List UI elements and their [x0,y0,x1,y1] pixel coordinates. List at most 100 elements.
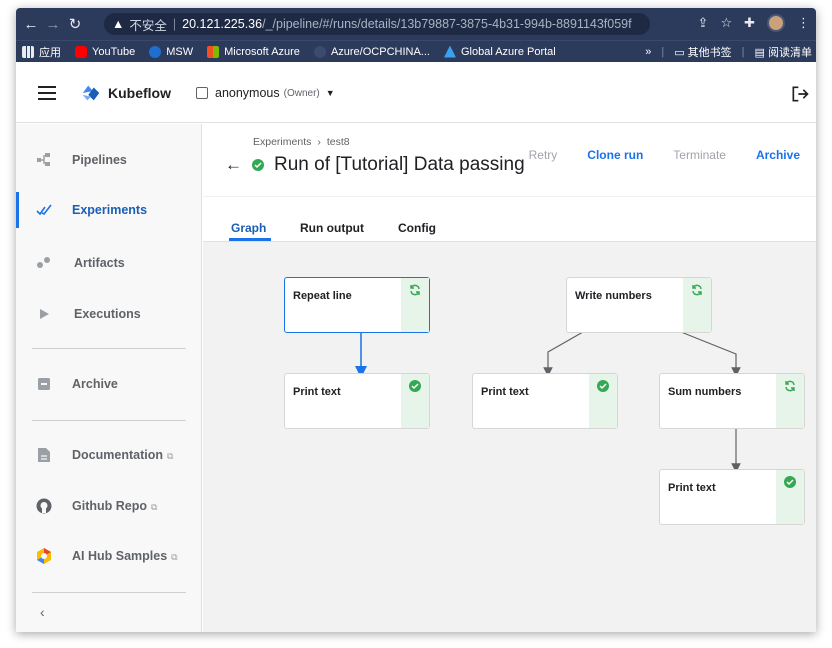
graph-node-repeat-line[interactable]: Repeat line [284,277,430,333]
run-actions: Retry Clone run Terminate Archive [529,148,816,162]
success-check-icon [784,476,796,488]
terminate-button[interactable]: Terminate [673,148,726,162]
retry-button[interactable]: Retry [529,148,558,162]
app-title[interactable]: Kubeflow [108,85,171,101]
node-label: Repeat line [293,290,352,302]
sidebar-item-pipelines[interactable]: Pipelines [16,136,202,184]
sidebar-item-label: Archive [72,377,118,391]
sidebar-item-documentation[interactable]: Documentation ⧉ [16,431,202,479]
graph-node-write-numbers[interactable]: Write numbers [566,277,712,333]
sidebar-item-ai-hub-samples[interactable]: AI Hub Samples ⧉ [16,532,202,580]
documentation-label: Documentation [72,448,163,462]
graph-node-print-text-2[interactable]: Print text [472,373,618,429]
external-link-icon: ⧉ [171,552,178,562]
reload-icon[interactable]: ↻ [64,13,86,35]
tab-config[interactable]: Config [398,221,436,235]
youtube-icon [75,45,87,58]
bookmark-label: MSW [166,45,194,58]
github-repo-label: Github Repo [72,499,147,513]
logout-icon[interactable] [790,84,810,104]
pipelines-icon [36,152,52,168]
breadcrumb-experiment[interactable]: test8 [327,136,350,148]
bookmarks-bar: 应用 YouTube MSW Microsoft Azure Azure/OCP… [16,40,816,62]
running-sync-icon [785,380,795,392]
archive-icon [36,376,52,392]
ai-hub-samples-label: AI Hub Samples [72,549,168,563]
bookmark-youtube[interactable]: YouTube [75,45,135,58]
back-arrow-icon[interactable]: ← [225,155,242,175]
success-status-icon [252,159,264,171]
other-bookmarks[interactable]: ▭ 其他书签 [674,44,731,60]
node-label: Sum numbers [668,386,742,398]
star-icon[interactable]: ☆ [720,15,732,31]
sidebar-divider [32,420,186,421]
bookmark-global-azure-portal[interactable]: Global Azure Portal [443,45,556,58]
success-check-icon [597,380,609,392]
menu-toggle-icon[interactable] [38,86,56,100]
graph-node-sum-numbers[interactable]: Sum numbers [659,373,805,429]
other-bookmarks-label: 其他书签 [687,47,732,59]
reading-list[interactable]: ▤ 阅读清单 [755,44,812,60]
active-tab-indicator [229,238,271,241]
bookmark-azure-ocpchina[interactable]: Azure/OCPCHINA... [313,45,430,58]
sidebar-item-experiments[interactable]: Experiments [16,186,202,234]
sidebar-item-executions[interactable]: Executions [16,290,202,338]
forward-icon[interactable]: → [42,13,64,35]
clone-run-button[interactable]: Clone run [587,148,643,162]
namespace-selector[interactable]: anonymous (Owner) ▼ [196,86,335,100]
sidebar: Pipelines Experiments Artifacts Executio… [16,124,202,632]
sidebar-item-label: Experiments [72,203,148,217]
graph-node-print-text-3[interactable]: Print text [659,469,805,525]
toolbar-icons: ⇪ ☆ ✚ ⋮ [698,14,810,32]
bookmark-label: Global Azure Portal [460,45,556,58]
edge-write-to-print [543,331,584,377]
collapse-sidebar-button[interactable]: ‹ [40,604,45,620]
tab-run-output[interactable]: Run output [300,221,364,235]
azure-icon [443,45,456,58]
node-status [401,278,429,332]
reading-list-label: 阅读清单 [768,47,812,59]
url-host: 20.121.225.36 [182,17,263,31]
sidebar-item-github-repo[interactable]: Github Repo ⧉ [16,482,202,530]
sidebar-item-label: Documentation ⧉ [72,448,173,462]
browser-window: ← → ↻ ▲ 不安全 | 20.121.225.36/_/pipeline/#… [16,8,816,632]
security-label: 不安全 [129,18,167,33]
share-icon[interactable]: ⇪ [698,15,709,31]
breadcrumb-experiments[interactable]: Experiments [253,136,311,148]
node-status [776,374,804,428]
address-bar[interactable]: ▲ 不安全 | 20.121.225.36/_/pipeline/#/runs/… [104,13,650,35]
menu-icon[interactable]: ⋮ [797,15,810,31]
external-link-icon: ⧉ [151,502,158,512]
breadcrumb-separator: › [317,136,321,148]
extensions-icon[interactable]: ✚ [744,15,755,31]
sidebar-item-artifacts[interactable]: Artifacts [16,239,202,287]
namespace-role: (Owner) [283,87,320,99]
bookmark-microsoft-azure[interactable]: Microsoft Azure [207,45,300,58]
chevron-down-icon: ▼ [325,88,335,98]
active-indicator [16,192,19,228]
run-tabs: Graph Run output Config [203,196,816,242]
profile-avatar[interactable] [767,14,785,32]
bookmarks-overflow-button[interactable]: » [645,46,651,58]
bookmarks-right: » | ▭ 其他书签 | ▤ 阅读清单 [645,44,812,60]
page-title: Run of [Tutorial] Data passing in python… [274,154,526,175]
sidebar-item-archive[interactable]: Archive [16,360,202,408]
tab-graph[interactable]: Graph [231,221,266,235]
bookmark-msw[interactable]: MSW [149,45,194,58]
node-label: Print text [293,386,341,398]
running-sync-icon [410,284,420,296]
bookmark-apps[interactable]: 应用 [22,44,61,60]
play-icon [36,306,52,322]
breadcrumb: Experiments › test8 [253,136,350,148]
msw-icon [149,45,162,58]
external-link-icon: ⧉ [166,451,174,461]
experiments-check-icon [36,202,52,218]
bookmark-label: 应用 [39,46,61,59]
graph-node-print-text-1[interactable]: Print text [284,373,430,429]
pipeline-graph: Repeat line Print text Write numbers Pri… [203,242,816,632]
running-sync-icon [692,284,702,296]
back-icon[interactable]: ← [20,13,42,35]
kubeflow-logo-icon[interactable] [80,82,102,104]
node-label: Print text [481,386,529,398]
archive-button[interactable]: Archive [756,148,800,162]
